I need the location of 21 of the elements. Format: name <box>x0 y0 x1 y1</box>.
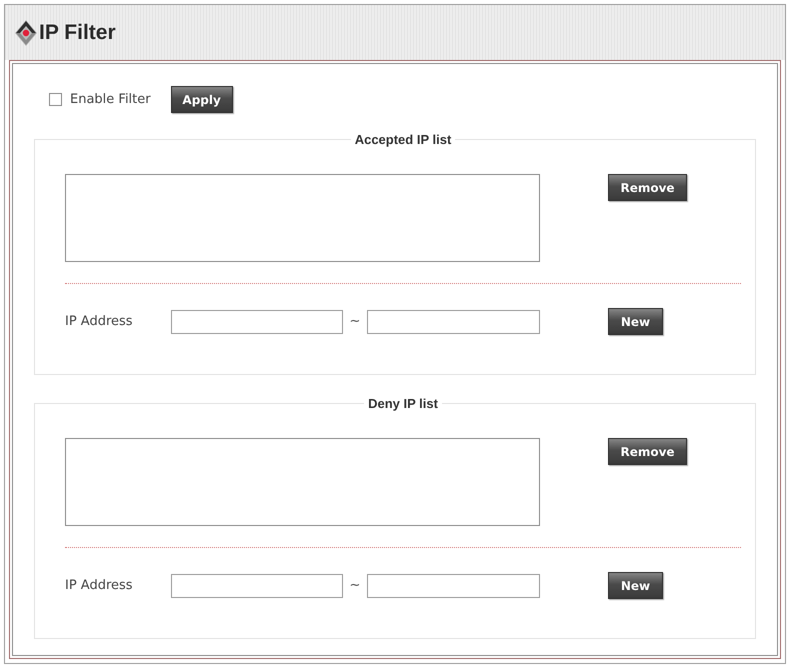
ip-end-field[interactable] <box>367 310 540 334</box>
enable-filter-label: Enable Filter <box>70 90 151 109</box>
ip-end-field[interactable] <box>367 574 540 598</box>
ip-address-label: IP Address <box>65 576 134 595</box>
apply-button[interactable]: Apply <box>170 86 233 113</box>
ip-list-box[interactable] <box>65 438 540 526</box>
ip-list-legend: Deny IP list <box>364 395 442 412</box>
ip-list-box[interactable] <box>65 174 540 262</box>
ip-start-field[interactable] <box>171 310 343 334</box>
ip-address-label: IP Address <box>65 312 134 331</box>
ip-list-legend: Accepted IP list <box>350 131 456 148</box>
range-separator: ~ <box>348 312 362 331</box>
range-separator: ~ <box>348 576 362 595</box>
remove-button[interactable]: Remove <box>608 438 687 465</box>
ip-start-field[interactable] <box>171 574 343 598</box>
checkbox[interactable] <box>49 93 62 106</box>
logo-icon <box>15 20 37 46</box>
remove-button[interactable]: Remove <box>608 174 687 201</box>
window-title: IP Filter <box>39 20 116 46</box>
new-button[interactable]: New <box>608 308 663 335</box>
new-button[interactable]: New <box>608 572 663 599</box>
